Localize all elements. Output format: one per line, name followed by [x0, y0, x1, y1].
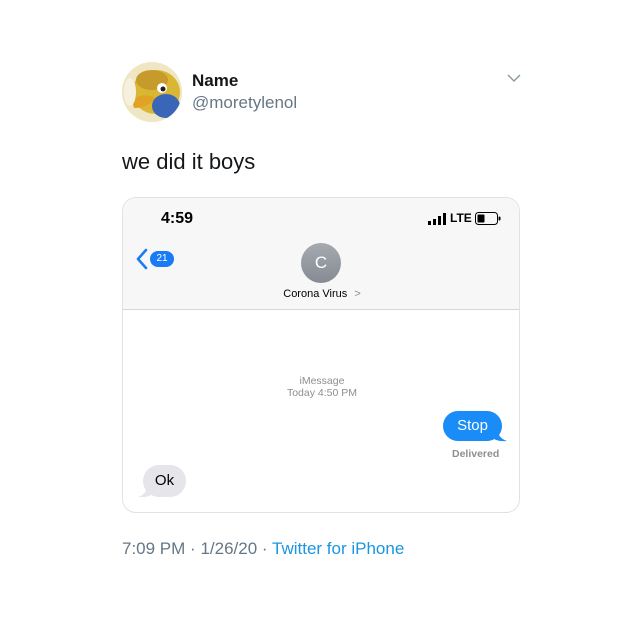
service-label: iMessage [299, 375, 345, 387]
delivery-status: Delivered [452, 448, 500, 460]
unread-count-badge[interactable]: 21 [150, 251, 174, 267]
contact-name-label: Corona Virus [283, 288, 348, 300]
timestamp-label: Today 4:50 PM [286, 387, 358, 399]
chevron-right-icon: > [354, 288, 361, 300]
contact-avatar[interactable]: C [301, 243, 341, 283]
outgoing-message-bubble[interactable]: Stop [443, 411, 502, 441]
status-time: 4:59 [161, 210, 194, 227]
network-type: LTE [450, 211, 472, 225]
attached-image[interactable]: 4:59 LTE 21 C Corona Virus > iMessage To… [122, 197, 520, 513]
tweet-meta: 7:09 PM · 1/26/20 · Twitter for iPhone [122, 539, 404, 559]
cartoon-duck-avatar-icon [122, 62, 182, 122]
conversation-timestamp: iMessage Today 4:50 PM [123, 375, 519, 399]
avatar[interactable] [122, 62, 182, 122]
separator: · [190, 539, 196, 558]
signal-bars-icon [428, 213, 446, 225]
handle[interactable]: @moretylenol [192, 93, 297, 113]
tweet-text: we did it boys [122, 149, 256, 174]
tweet-time[interactable]: 7:09 PM [122, 539, 185, 558]
tweet-source-link[interactable]: Twitter for iPhone [272, 539, 404, 558]
display-name[interactable]: Name [192, 71, 238, 91]
incoming-message-bubble[interactable]: Ok [143, 465, 186, 497]
contact-name[interactable]: Corona Virus > [123, 288, 519, 300]
battery-icon [475, 212, 501, 225]
tweet-date[interactable]: 1/26/20 [200, 539, 257, 558]
chevron-down-icon[interactable] [506, 72, 522, 84]
messages-header: 4:59 LTE 21 C Corona Virus > [123, 198, 519, 310]
chevron-left-icon[interactable] [135, 248, 149, 270]
separator: · [261, 539, 268, 558]
